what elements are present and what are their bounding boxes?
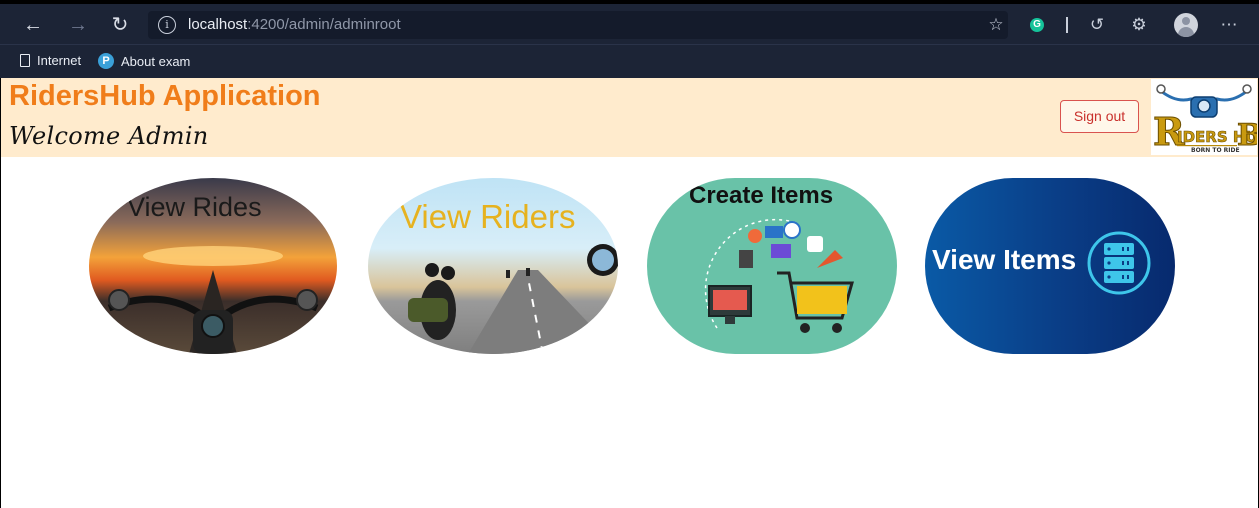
- bookmark-internet[interactable]: Internet: [20, 53, 81, 68]
- app-title: RidersHub Application: [9, 80, 321, 112]
- pearson-icon: P: [98, 53, 114, 69]
- back-icon[interactable]: ←: [20, 12, 46, 38]
- grammarly-icon[interactable]: G: [1030, 18, 1044, 32]
- tile-label: Create Items: [689, 182, 834, 209]
- svg-text:BORN TO RIDE: BORN TO RIDE: [1191, 147, 1240, 154]
- sign-out-button[interactable]: Sign out: [1060, 100, 1139, 133]
- bookmark-label: Internet: [37, 53, 82, 68]
- address-url[interactable]: localhost:4200/admin/adminroot: [188, 16, 401, 33]
- welcome-message: Welcome Admin: [9, 122, 209, 150]
- tile-label: View Items: [932, 244, 1077, 275]
- tile-label: View Riders: [400, 198, 576, 235]
- forward-icon[interactable]: →: [65, 12, 91, 38]
- view-rides-tile[interactable]: View Rides: [89, 178, 337, 354]
- logo-graphic: R IDERS HU B BORN TO RIDE: [1153, 84, 1257, 155]
- create-items-tile[interactable]: Create Items: [647, 178, 897, 354]
- extensions-icon[interactable]: ⚙: [1128, 14, 1150, 36]
- more-menu-icon[interactable]: ⋯: [1218, 14, 1240, 36]
- page-icon: [20, 54, 30, 67]
- refresh-icon[interactable]: ↻: [107, 12, 133, 38]
- view-items-tile[interactable]: View Items: [925, 178, 1175, 354]
- favorites-star-icon[interactable]: ☆: [985, 14, 1007, 36]
- site-info-icon[interactable]: i: [158, 16, 176, 34]
- url-path: :4200/admin/adminroot: [247, 16, 401, 33]
- bookmarks-bar: Internet P About exam: [0, 44, 1259, 78]
- history-icon[interactable]: ↺: [1086, 14, 1108, 36]
- tile-label: View Rides: [127, 192, 262, 222]
- toolbar-separator: [1066, 17, 1068, 33]
- bookmark-about-exam[interactable]: P About exam: [98, 53, 190, 69]
- app-header: RidersHub Application Welcome Admin Sign…: [1, 78, 1258, 157]
- server-stack-icon: [1087, 231, 1151, 295]
- url-host: localhost: [188, 16, 248, 33]
- address-bar[interactable]: i localhost:4200/admin/adminroot: [148, 11, 1008, 39]
- ridershub-logo: R IDERS HU B BORN TO RIDE: [1151, 79, 1257, 155]
- profile-avatar[interactable]: [1174, 13, 1198, 37]
- bookmark-label: About exam: [121, 53, 191, 69]
- svg-text:B: B: [1237, 118, 1257, 153]
- view-riders-tile[interactable]: View Riders: [368, 178, 618, 354]
- browser-toolbar: ← → ↻ i localhost:4200/admin/adminroot ☆…: [0, 4, 1259, 44]
